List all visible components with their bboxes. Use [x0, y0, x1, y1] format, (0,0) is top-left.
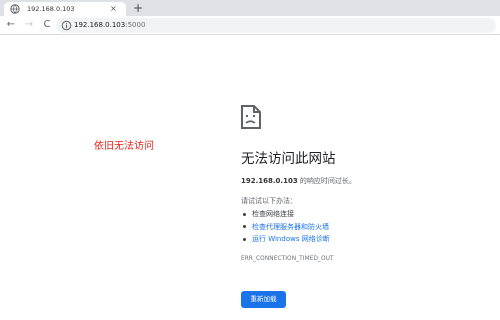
reload-button[interactable]: C	[40, 18, 54, 32]
globe-icon	[10, 4, 20, 14]
info-icon[interactable]	[61, 20, 72, 31]
error-host: 192.168.0.103	[241, 177, 298, 185]
suggestion-check-network: 检查网络连接	[243, 208, 330, 221]
browser-toolbar: ← → C 192.168.0.103:5000	[0, 16, 500, 35]
reload-page-button[interactable]: 重新加载	[241, 291, 286, 308]
tab-title: 192.168.0.103	[27, 5, 75, 13]
browser-tab[interactable]: 192.168.0.103 ×	[4, 2, 126, 16]
error-detail: 192.168.0.103 的响应时间过长。	[241, 176, 356, 186]
address-bar[interactable]: 192.168.0.103:5000	[56, 18, 496, 33]
back-button[interactable]: ←	[4, 18, 18, 32]
url-port: :5000	[125, 21, 146, 29]
tab-strip: 192.168.0.103 × +	[0, 0, 500, 16]
annotation-text: 依旧无法访问	[94, 141, 154, 152]
try-label: 请试试以下办法：	[241, 197, 297, 205]
tab-close-icon[interactable]: ×	[110, 3, 117, 15]
error-code: ERR_CONNECTION_TIMED_OUT	[241, 256, 334, 262]
suggestion-list: 检查网络连接 检查代理服务器和防火墙 运行 Windows 网络诊断	[243, 208, 330, 246]
error-detail-suffix: 的响应时间过长。	[297, 177, 356, 185]
new-tab-button[interactable]: +	[133, 1, 143, 15]
url-host: 192.168.0.103	[74, 21, 126, 29]
suggestion-run-diagnostics-link[interactable]: 运行 Windows 网络诊断	[243, 233, 330, 246]
suggestion-check-proxy-link[interactable]: 检查代理服务器和防火墙	[243, 221, 330, 234]
error-title: 无法访问此网站	[241, 151, 336, 167]
forward-button[interactable]: →	[22, 18, 36, 32]
sad-document-icon	[241, 105, 261, 129]
url-text: 192.168.0.103:5000	[74, 18, 145, 33]
